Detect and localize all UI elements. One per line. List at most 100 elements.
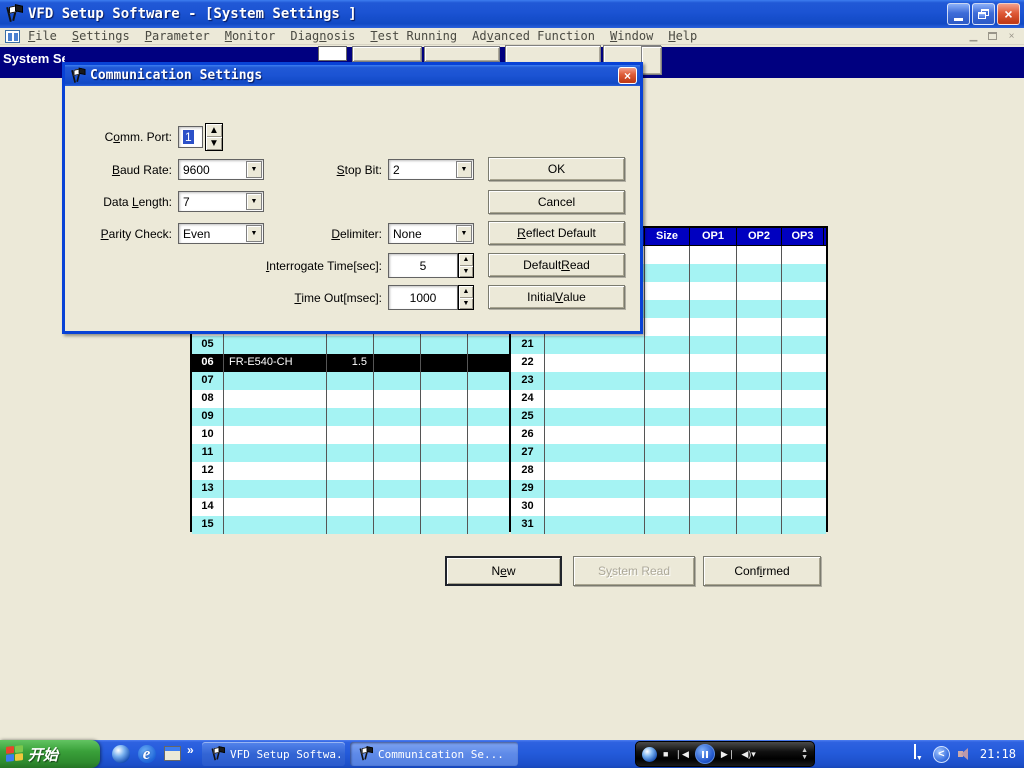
table-row[interactable]: 29 — [511, 480, 826, 498]
spin-down-icon[interactable]: ▼ — [459, 266, 473, 278]
stop-bit-combo[interactable]: 2▼ — [388, 159, 474, 180]
table-cell — [737, 462, 782, 480]
pause-icon[interactable] — [695, 744, 715, 764]
parity-check-combo[interactable]: Even▼ — [178, 223, 264, 244]
table-row[interactable]: 25 — [511, 408, 826, 426]
table-cell: 13 — [192, 480, 224, 498]
mdi-restore-icon[interactable] — [986, 30, 999, 42]
time-out-spinner[interactable]: ▲ ▼ — [458, 285, 474, 310]
quicklaunch-app-icon[interactable] — [162, 743, 183, 764]
initial-value-button[interactable]: Initial Value — [488, 285, 625, 309]
spin-down-icon[interactable]: ▼ — [459, 298, 473, 310]
stop-icon[interactable]: ■ — [663, 750, 668, 759]
menu-item-advanced-function[interactable]: Advanced Function — [472, 29, 595, 43]
tray-volume-icon[interactable] — [957, 747, 973, 761]
cancel-button[interactable]: Cancel — [488, 190, 625, 214]
mdi-child-icon[interactable] — [5, 30, 20, 43]
menu-item-window[interactable]: Window — [610, 29, 653, 43]
menu-item-diagnosis[interactable]: Diagnosis — [290, 29, 355, 43]
system-read-button[interactable]: System Read — [573, 556, 695, 586]
previous-icon[interactable]: ❘◀ — [674, 750, 688, 759]
table-row[interactable]: 05 — [192, 336, 509, 354]
table-row[interactable]: 10 — [192, 426, 509, 444]
chevron-down-icon[interactable]: ▼ — [456, 225, 472, 242]
spin-up-icon[interactable]: ▲ — [459, 254, 473, 266]
spin-up-icon[interactable]: ▲ — [206, 124, 222, 137]
taskbar-task-communication[interactable]: Communication Se... — [350, 742, 518, 766]
ok-button[interactable]: OK — [488, 157, 625, 181]
table-row[interactable]: 07 — [192, 372, 509, 390]
confirmed-button[interactable]: Confirmed — [703, 556, 821, 586]
table-cell — [327, 390, 374, 408]
table-cell: 10 — [192, 426, 224, 444]
tray-hide-icons-chevron[interactable]: < — [933, 746, 950, 763]
table-row[interactable]: 24 — [511, 390, 826, 408]
comm-port-input[interactable]: 1 — [178, 126, 203, 148]
table-row[interactable]: 30 — [511, 498, 826, 516]
table-row[interactable]: 21 — [511, 336, 826, 354]
data-length-combo[interactable]: 7▼ — [178, 191, 264, 212]
table-row[interactable]: 13 — [192, 480, 509, 498]
delimiter-combo[interactable]: None▼ — [388, 223, 474, 244]
table-row[interactable]: 31 — [511, 516, 826, 534]
communication-settings-dialog: Communication Settings × Comm. Port: 1 ▲… — [62, 62, 643, 334]
menu-item-file[interactable]: File — [28, 29, 57, 43]
spin-down-icon[interactable]: ▼ — [206, 137, 222, 150]
media-player-toolbar: ■ ❘◀ ▶❘ ◀)▾ ▲▼ — [635, 741, 815, 767]
next-icon[interactable]: ▶❘ — [721, 750, 735, 759]
hidden-edit-box[interactable] — [318, 46, 347, 61]
close-icon[interactable]: × — [997, 3, 1020, 25]
table-row[interactable]: 15 — [192, 516, 509, 534]
table-cell: 12 — [192, 462, 224, 480]
new-button[interactable]: New — [445, 556, 562, 586]
hidden-toolbar-button[interactable] — [641, 46, 662, 75]
default-read-button[interactable]: Default Read — [488, 253, 625, 277]
menu-item-monitor[interactable]: Monitor — [225, 29, 276, 43]
table-row[interactable]: 27 — [511, 444, 826, 462]
table-row[interactable]: 23 — [511, 372, 826, 390]
reflect-default-button[interactable]: Reflect Default — [488, 221, 625, 245]
volume-icon[interactable]: ◀)▾ — [741, 750, 755, 759]
interrogate-time-spinner[interactable]: ▲ ▼ — [458, 253, 474, 278]
time-out-input[interactable]: 1000 — [388, 285, 458, 310]
app-icon — [4, 5, 22, 23]
table-row[interactable]: 06FR-E540-CH1.5 — [192, 354, 509, 372]
menu-item-settings[interactable]: Settings — [72, 29, 130, 43]
restore-icon[interactable] — [972, 3, 995, 25]
chevron-down-icon[interactable]: ▼ — [246, 225, 262, 242]
menu-item-test-running[interactable]: Test Running — [370, 29, 457, 43]
start-button[interactable]: 开始 — [0, 740, 100, 768]
interrogate-time-input[interactable]: 5 — [388, 253, 458, 278]
media-player-icon[interactable] — [110, 743, 131, 764]
table-row[interactable]: 26 — [511, 426, 826, 444]
quicklaunch-overflow-chevron[interactable]: » — [187, 743, 194, 757]
table-row[interactable]: 12 — [192, 462, 509, 480]
comm-port-spinner[interactable]: ▲ ▼ — [205, 123, 223, 151]
deskband-expand-icon[interactable]: ▲▼ — [801, 747, 808, 761]
table-row[interactable]: 08 — [192, 390, 509, 408]
menu-item-help[interactable]: Help — [668, 29, 697, 43]
spin-up-icon[interactable]: ▲ — [459, 286, 473, 298]
chevron-down-icon[interactable]: ▼ — [456, 161, 472, 178]
table-row[interactable]: 11 — [192, 444, 509, 462]
baud-rate-combo[interactable]: 9600▼ — [178, 159, 264, 180]
minimize-icon[interactable] — [947, 3, 970, 25]
tray-window-icon[interactable]: ▼ — [914, 746, 926, 762]
table-row[interactable]: 14 — [192, 498, 509, 516]
hidden-toolbar-button[interactable] — [424, 46, 500, 62]
wmp-logo-icon[interactable] — [642, 747, 657, 762]
dialog-close-icon[interactable]: × — [618, 67, 637, 84]
table-row[interactable]: 09 — [192, 408, 509, 426]
chevron-down-icon[interactable]: ▼ — [246, 161, 262, 178]
chevron-down-icon[interactable]: ▼ — [246, 193, 262, 210]
table-cell — [545, 372, 645, 390]
hidden-toolbar-button[interactable] — [352, 46, 422, 62]
menu-item-parameter[interactable]: Parameter — [145, 29, 210, 43]
mdi-close-icon[interactable]: × — [1005, 30, 1018, 42]
dialog-titlebar[interactable]: Communication Settings × — [65, 65, 640, 86]
table-row[interactable]: 22 — [511, 354, 826, 372]
taskbar-task-vfd[interactable]: VFD Setup Softwa... — [202, 742, 345, 766]
table-row[interactable]: 28 — [511, 462, 826, 480]
internet-explorer-icon[interactable]: e — [136, 743, 157, 764]
mdi-minimize-icon[interactable]: ▁ — [967, 30, 980, 42]
